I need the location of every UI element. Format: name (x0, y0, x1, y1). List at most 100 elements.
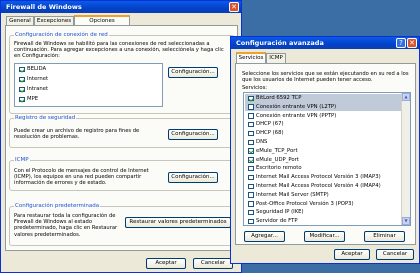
service-item-label: Conexión entrante VPN (PPTP) (256, 112, 337, 119)
network-connections-group: Configuración de conexión de red Firewal… (9, 32, 235, 114)
advanced-cancel-button[interactable]: Cancelar (376, 249, 414, 260)
checkbox[interactable] (248, 174, 254, 181)
service-item[interactable]: DHCP (68) (245, 129, 409, 138)
checkbox[interactable] (19, 76, 25, 82)
firewall-title: Firewall de Windows (6, 3, 82, 11)
close-icon[interactable]: ✕ (229, 2, 239, 12)
service-item-label: Escritorio remoto (256, 165, 302, 172)
help-icon[interactable]: ? (396, 38, 406, 48)
remove-button[interactable]: Eliminar (364, 231, 405, 242)
checkbox[interactable] (19, 66, 25, 72)
icmp-group: ICMP Con el Protocolo de mensajes de con… (9, 157, 235, 191)
connection-item-label: BELIDA (27, 66, 47, 72)
firewall-tab-panel: Configuración de conexión de red Firewal… (5, 25, 238, 251)
service-item-label: Servidor de FTP (256, 218, 298, 225)
connection-item[interactable]: Internet (16, 75, 161, 84)
tab-icmp[interactable]: ICMP (266, 53, 286, 63)
connection-item[interactable]: Intranet (16, 85, 161, 94)
network-group-description: Firewall de Windows se habilitó para las… (14, 41, 224, 60)
services-tab-panel: Seleccione los servicios que se están ej… (235, 63, 416, 245)
checkbox[interactable] (248, 192, 254, 198)
service-item[interactable]: DHCP (67) (245, 120, 409, 129)
checkbox[interactable] (248, 95, 254, 101)
service-item[interactable]: Servidor de FTP (245, 217, 409, 225)
service-item[interactable]: DNS (245, 138, 409, 147)
services-description: Seleccione los servicios que se están ej… (242, 71, 409, 84)
checkbox[interactable] (248, 121, 254, 128)
log-group-description: Puede crear un archivo de registro para … (14, 128, 140, 141)
service-item[interactable]: Seguridad IP (IKE) (245, 208, 409, 217)
service-item-label: Post-Office Protocol Versión 3 (POP3) (256, 200, 354, 207)
network-settings-button[interactable]: Configuración... (168, 67, 218, 78)
service-item-label: DHCP (68) (256, 130, 284, 137)
icmp-group-description: Con el Protocolo de mensajes de control … (14, 168, 149, 187)
advanced-settings-dialog: Configuración avanzada ? ✕ Servicios ICM… (230, 36, 420, 264)
checkbox[interactable] (248, 113, 254, 119)
edit-button[interactable]: Modificar... (304, 231, 345, 242)
log-group-title: Registro de seguridad (14, 115, 77, 122)
service-item-label: Conexión entrante VPN (L2TP) (256, 103, 337, 110)
connection-item-label: Internet (27, 76, 49, 82)
service-item-label: Internet Mail Access Protocol Versión 4 … (256, 183, 381, 189)
service-item[interactable]: BitLord 6592 TCP (245, 94, 409, 103)
icmp-settings-button[interactable]: Configuración... (168, 172, 218, 183)
service-item-label: DHCP (67) (256, 121, 284, 128)
checkbox[interactable] (248, 130, 254, 137)
checkbox[interactable] (248, 165, 254, 172)
service-item-label: DNS (256, 139, 268, 145)
services-list[interactable]: BitLord 6592 TCP Conexión entrante VPN (L… (243, 92, 411, 226)
scroll-down-icon[interactable]: ▼ (402, 217, 410, 225)
service-item-label: Seguridad IP (IKE) (256, 209, 304, 216)
scroll-up-icon[interactable]: ▲ (402, 93, 410, 101)
service-item[interactable]: eMule_TCP_Port (245, 147, 409, 156)
services-scrollbar[interactable]: ▲ ▼ (401, 93, 410, 225)
log-settings-button[interactable]: Configuración... (168, 129, 218, 140)
close-icon[interactable]: ✕ (407, 38, 417, 48)
checkbox[interactable] (248, 218, 254, 225)
service-item[interactable]: eMule_UDP_Port (245, 156, 409, 165)
checkbox[interactable] (19, 96, 25, 102)
connection-item[interactable]: BELIDA (16, 65, 161, 74)
advanced-ok-button[interactable]: Aceptar (334, 249, 370, 260)
checkbox[interactable] (248, 148, 254, 154)
services-label: Servicios: (242, 85, 268, 91)
service-item[interactable]: Post-Office Protocol Versión 3 (POP3) (245, 200, 409, 209)
service-item-label: Internet Mail Server (SMTP) (256, 191, 329, 198)
firewall-ok-button[interactable]: Aceptar (146, 258, 186, 269)
service-item[interactable]: Conexión entrante VPN (PPTP) (245, 112, 409, 121)
service-item[interactable]: Escritorio remoto (245, 164, 409, 173)
checkbox[interactable] (19, 86, 25, 92)
network-group-title: Configuración de conexión de red (14, 32, 109, 39)
tab-services[interactable]: Servicios (236, 52, 266, 63)
checkbox[interactable] (248, 201, 254, 207)
connection-item-label: Intranet (27, 86, 49, 92)
add-button[interactable]: Agregar... (244, 231, 285, 242)
connection-item-label: MPE (27, 96, 39, 102)
checkbox[interactable] (248, 209, 254, 216)
default-settings-group: Configuración predeterminada Para restau… (9, 203, 235, 246)
checkbox[interactable] (248, 104, 254, 110)
connection-item[interactable]: MPE (16, 95, 161, 104)
checkbox[interactable] (248, 183, 254, 189)
service-item-label: Internet Mail Access Protocol Versión 3 … (256, 174, 381, 181)
connections-list[interactable]: BELIDA Internet Intranet MPE (14, 63, 163, 107)
firewall-titlebar[interactable]: Firewall de Windows (1, 1, 241, 13)
service-item-label: eMule_TCP_Port (256, 147, 298, 154)
default-group-description: Para restaurar toda la configuración de … (14, 213, 118, 238)
security-log-group: Registro de seguridad Puede crear un arc… (9, 115, 235, 148)
service-item-label: eMule_UDP_Port (256, 156, 299, 163)
icmp-group-title: ICMP (14, 157, 30, 164)
service-item[interactable]: Internet Mail Server (SMTP) (245, 191, 409, 200)
service-item[interactable]: Conexión entrante VPN (L2TP) (245, 102, 409, 112)
firewall-window: Firewall de Windows ✕ General Excepcione… (0, 0, 242, 273)
service-item-label: BitLord 6592 TCP (256, 95, 302, 101)
service-item[interactable]: Internet Mail Access Protocol Versión 3 … (245, 173, 409, 182)
advanced-titlebar[interactable]: Configuración avanzada (231, 37, 419, 49)
checkbox[interactable] (248, 139, 254, 145)
firewall-cancel-button[interactable]: Cancelar (193, 258, 233, 269)
checkbox[interactable] (248, 157, 254, 163)
restore-defaults-button[interactable]: Restaurar valores predeterminados (125, 217, 231, 228)
service-item[interactable]: Internet Mail Access Protocol Versión 4 … (245, 182, 409, 191)
advanced-title: Configuración avanzada (236, 39, 324, 47)
default-group-title: Configuración predeterminada (14, 203, 101, 210)
